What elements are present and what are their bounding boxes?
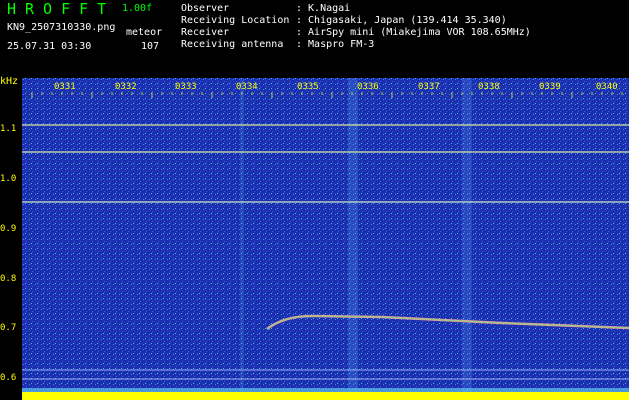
- freq-label: 0.9: [0, 224, 17, 234]
- filename-label: KN9_2507310330.png: [7, 22, 116, 33]
- app-logo: HROFFT: [7, 0, 116, 18]
- time-label: 0338: [478, 82, 500, 92]
- time-label: 0335: [297, 82, 319, 92]
- info-key-location: Receiving Location: [181, 15, 290, 26]
- time-label: 0336: [357, 82, 379, 92]
- time-label: 0339: [539, 82, 561, 92]
- freq-label: 1.1: [0, 124, 17, 134]
- info-key-observer: Observer: [181, 3, 230, 14]
- info-value-observer: : K.Nagai: [296, 3, 351, 14]
- mode-label: meteor: [126, 27, 163, 38]
- info-value-location: : Chigasaki, Japan (139.414 35.340): [296, 15, 507, 26]
- info-key-antenna: Receiving antenna: [181, 39, 284, 50]
- time-label: 0340: [596, 82, 618, 92]
- header-panel: HROFFT 1.00f KN9_2507310330.png meteor 2…: [0, 0, 629, 78]
- freq-label: 1.0: [0, 174, 17, 184]
- spectrogram: 0331 0332 0333 0334 0335 0336 0337 0338 …: [22, 78, 629, 400]
- noise-background: [22, 78, 629, 400]
- info-key-receiver: Receiver: [181, 27, 230, 38]
- count-label: 107: [141, 41, 160, 52]
- freq-label: 0.7: [0, 323, 17, 333]
- freq-label: 0.6: [0, 373, 17, 383]
- time-label: 0337: [418, 82, 440, 92]
- version-label: 1.00f: [122, 3, 153, 14]
- y-unit-label: kHz: [0, 76, 19, 87]
- bottom-band-edge: [22, 388, 629, 392]
- time-label: 0333: [175, 82, 197, 92]
- info-value-antenna: : Maspro FM-3: [296, 39, 375, 50]
- bottom-band: [22, 392, 629, 400]
- info-value-receiver: : AirSpy mini (Miakejima VOR 108.65MHz): [296, 27, 531, 38]
- freq-label: 0.8: [0, 274, 17, 284]
- time-label: 0332: [115, 82, 137, 92]
- datetime-label: 25.07.31 03:30: [7, 41, 92, 52]
- time-label: 0334: [236, 82, 258, 92]
- time-label: 0331: [54, 82, 76, 92]
